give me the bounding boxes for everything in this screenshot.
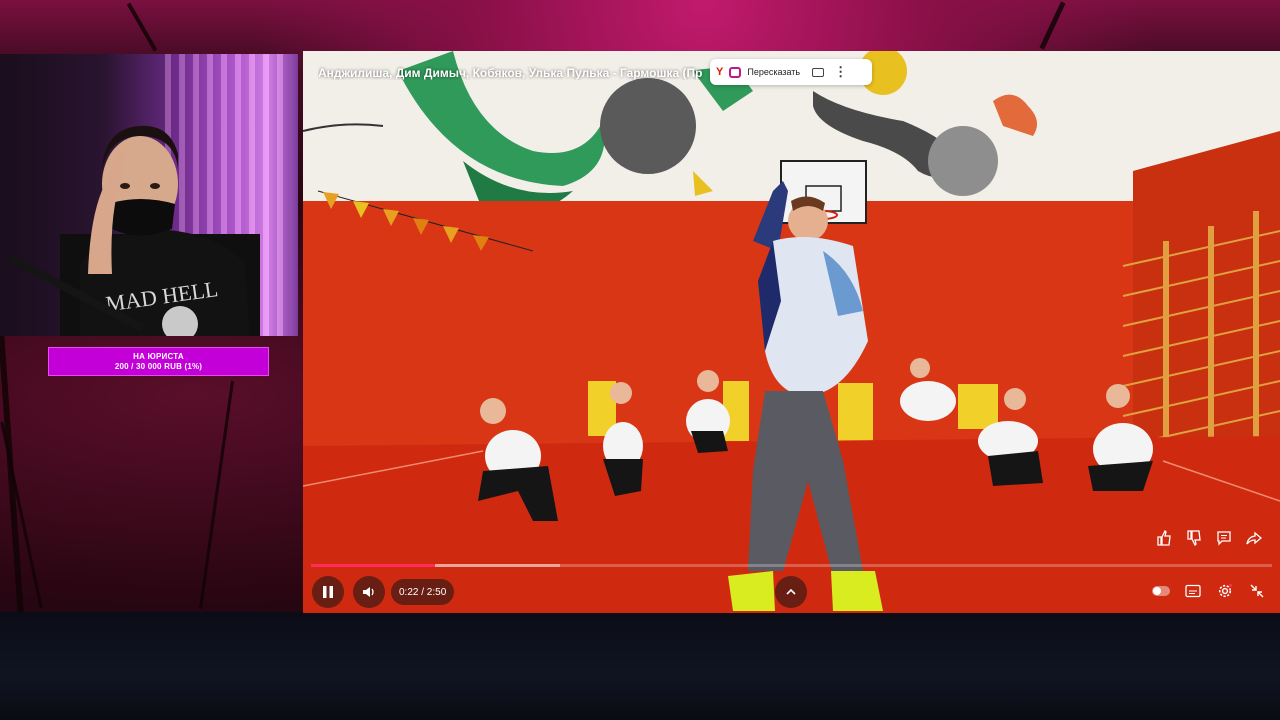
donation-title: НА ЮРИСТА	[133, 351, 184, 361]
video-player[interactable]: Анджилиша, Дим Димыч, Кобяков, Улька Пул…	[303, 51, 1280, 613]
volume-button[interactable]	[353, 576, 385, 608]
subtitles-icon	[1185, 584, 1201, 598]
subtitles-button[interactable]	[1184, 582, 1202, 600]
stage-floor	[0, 612, 1280, 720]
toggle-icon	[1152, 586, 1170, 596]
player-controls: 0:22 / 2:50	[303, 573, 1280, 609]
donation-goal: НА ЮРИСТА 200 / 30 000 RUB (1%)	[48, 347, 269, 376]
retell-label: Пересказать	[747, 67, 801, 77]
donation-progress: 200 / 30 000 RUB (1%)	[114, 361, 203, 371]
right-controls	[1152, 582, 1266, 600]
played-bar	[311, 564, 435, 567]
more-options-icon[interactable]: ⋮	[834, 64, 847, 80]
progress-bar[interactable]	[311, 564, 1272, 567]
settings-button[interactable]	[1216, 582, 1234, 600]
video-actions	[1155, 529, 1263, 547]
chapters-button[interactable]	[775, 576, 807, 608]
chevron-up-icon	[786, 588, 796, 595]
thumbs-down-icon[interactable]	[1185, 529, 1203, 547]
gear-icon	[1218, 583, 1233, 598]
video-title: Анджилиша, Дим Димыч, Кобяков, Улька Пул…	[318, 66, 703, 80]
pause-icon	[323, 586, 333, 598]
volume-icon	[363, 587, 374, 597]
thumbs-up-icon[interactable]	[1155, 529, 1173, 547]
retell-button[interactable]: Y Пересказать ⋮	[710, 59, 872, 85]
retell-icon	[729, 66, 742, 78]
collapse-icon	[1250, 584, 1264, 598]
fullscreen-exit-button[interactable]	[1248, 582, 1266, 600]
pause-button[interactable]	[312, 576, 344, 608]
video-frame[interactable]	[303, 51, 1280, 613]
yandex-logo: Y	[716, 66, 724, 78]
comment-icon[interactable]	[1215, 529, 1233, 547]
share-icon[interactable]	[1245, 529, 1263, 547]
autoplay-toggle[interactable]	[1152, 582, 1170, 600]
streamer-webcam: MAD HELL	[0, 54, 298, 336]
time-display: 0:22 / 2:50	[391, 579, 455, 605]
subtitles-icon[interactable]	[812, 67, 825, 77]
